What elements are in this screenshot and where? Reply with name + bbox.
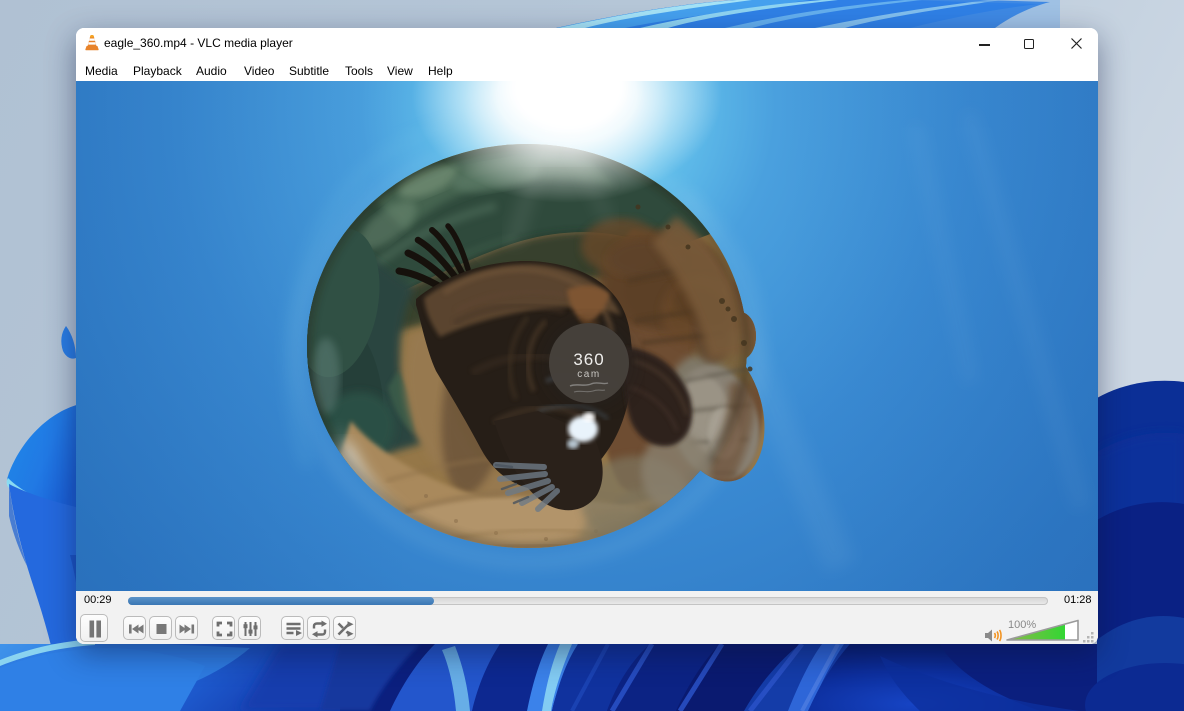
svg-text:360: 360 [573, 350, 604, 369]
svg-text:cam: cam [577, 369, 600, 380]
